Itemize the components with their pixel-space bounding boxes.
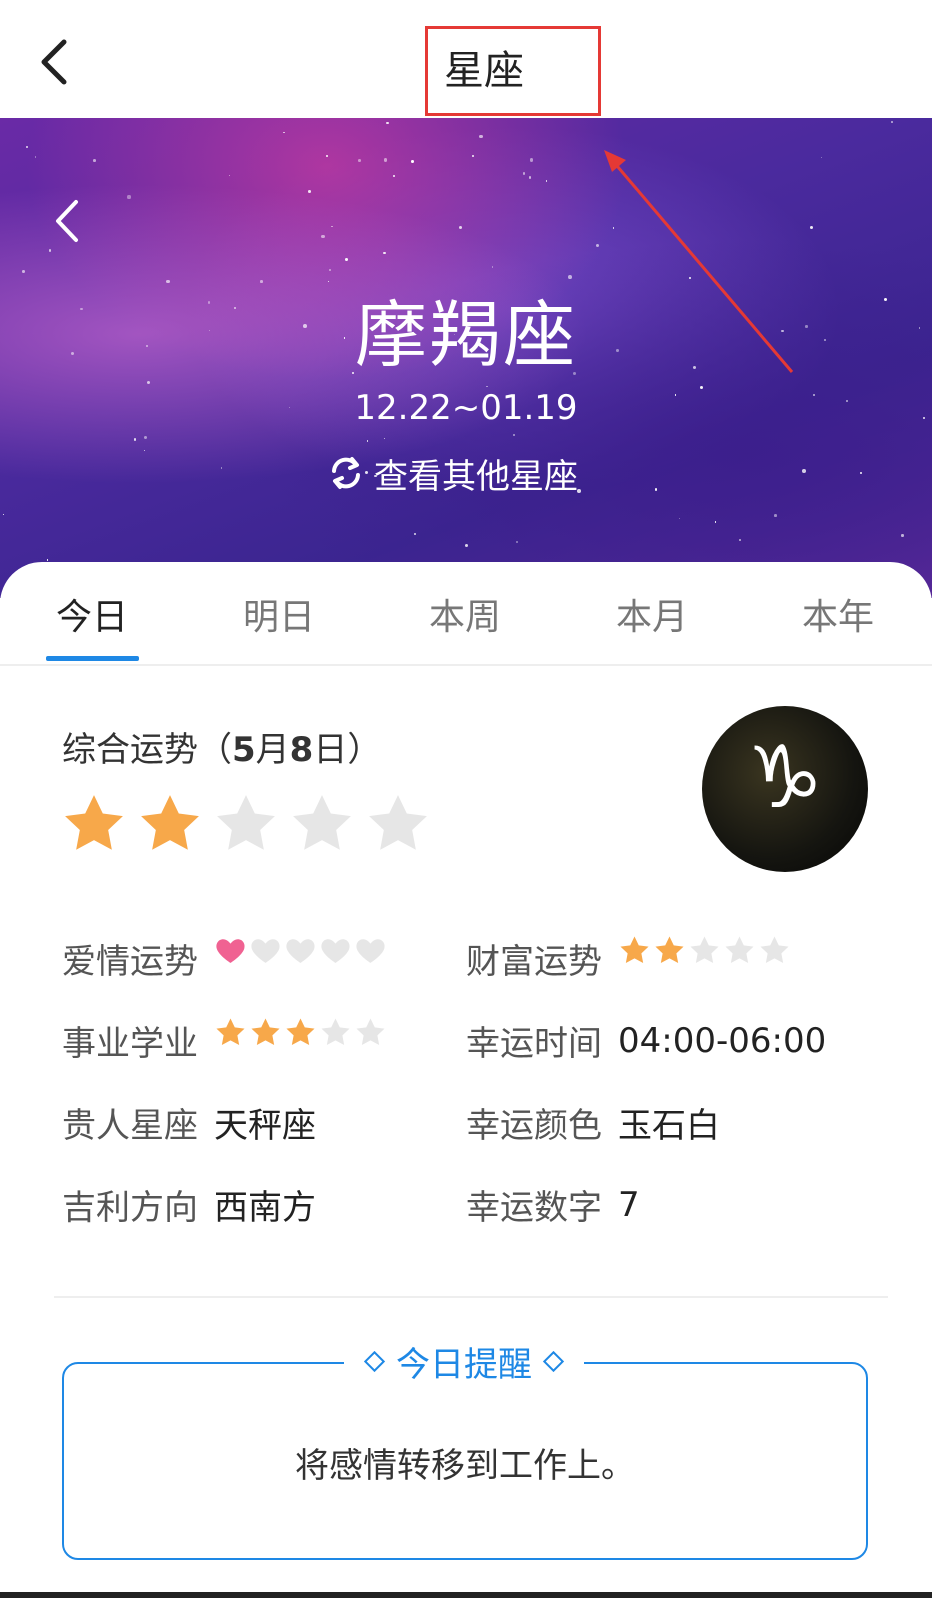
star-empty-icon xyxy=(760,936,789,964)
lucky-number-value: 7 xyxy=(618,1184,640,1225)
tab-tomorrow[interactable]: 明日 xyxy=(243,588,315,640)
heart-empty-icon xyxy=(356,939,385,963)
lucky-direction-value: 西南方 xyxy=(214,1188,316,1228)
lucky-time-value: 04:00-06:00 xyxy=(618,1020,827,1061)
lucky-number-row: 幸运数字 7 xyxy=(466,1184,640,1229)
star-filled-icon xyxy=(251,1018,280,1046)
noble-sign-value: 天秤座 xyxy=(214,1106,316,1146)
star-empty-icon xyxy=(217,795,275,850)
reminder-text: 将感情转移到工作上。 xyxy=(295,1446,635,1486)
heart-empty-icon xyxy=(251,939,280,963)
tab-today[interactable]: 今日 xyxy=(56,588,128,640)
bottom-edge xyxy=(0,1592,932,1598)
career-fortune-row: 事业学业 xyxy=(62,1016,387,1065)
tab-this-year[interactable]: 本年 xyxy=(802,588,874,640)
lucky-direction-row: 吉利方向 西南方 xyxy=(62,1180,316,1229)
noble-sign-row: 贵人星座 天秤座 xyxy=(62,1098,316,1147)
star-filled-icon xyxy=(655,936,684,964)
diamond-icon xyxy=(363,1350,386,1372)
love-rating xyxy=(214,934,387,967)
overall-rating xyxy=(60,790,432,858)
star-filled-icon xyxy=(65,795,123,850)
wealth-rating xyxy=(618,934,791,967)
capricorn-emblem-icon: ♑ xyxy=(702,706,868,872)
star-filled-icon xyxy=(216,1018,245,1046)
star-empty-icon xyxy=(690,936,719,964)
star-filled-icon xyxy=(286,1018,315,1046)
star-empty-icon xyxy=(293,795,351,850)
lucky-color-row: 幸运颜色 玉石白 xyxy=(466,1098,720,1147)
lucky-color-value: 玉石白 xyxy=(618,1106,720,1146)
love-fortune-row: 爱情运势 xyxy=(62,934,387,983)
overall-fortune-label: 综合运势（5月8日） xyxy=(62,730,382,770)
heart-filled-icon xyxy=(216,939,245,963)
star-filled-icon xyxy=(141,795,199,850)
star-empty-icon xyxy=(369,795,427,850)
star-empty-icon xyxy=(356,1018,385,1046)
reminder-title: 今日提醒 xyxy=(396,1344,532,1385)
career-rating xyxy=(214,1016,387,1049)
heart-empty-icon xyxy=(321,939,350,963)
period-tabs: 今日 明日 本周 本月 本年 xyxy=(0,562,932,666)
tab-this-week[interactable]: 本周 xyxy=(429,588,501,640)
active-tab-indicator xyxy=(46,656,139,661)
reminder-header: 今日提醒 xyxy=(344,1336,584,1386)
diamond-icon xyxy=(542,1350,565,1372)
wealth-fortune-row: 财富运势 xyxy=(466,934,791,983)
star-empty-icon xyxy=(321,1018,350,1046)
annotation-arrow-icon xyxy=(604,150,794,373)
tab-this-month[interactable]: 本月 xyxy=(616,588,688,640)
divider xyxy=(54,1296,888,1298)
lucky-time-row: 幸运时间 04:00-06:00 xyxy=(466,1020,827,1065)
heart-empty-icon xyxy=(286,939,315,963)
star-filled-icon xyxy=(620,936,649,964)
star-empty-icon xyxy=(725,936,754,964)
